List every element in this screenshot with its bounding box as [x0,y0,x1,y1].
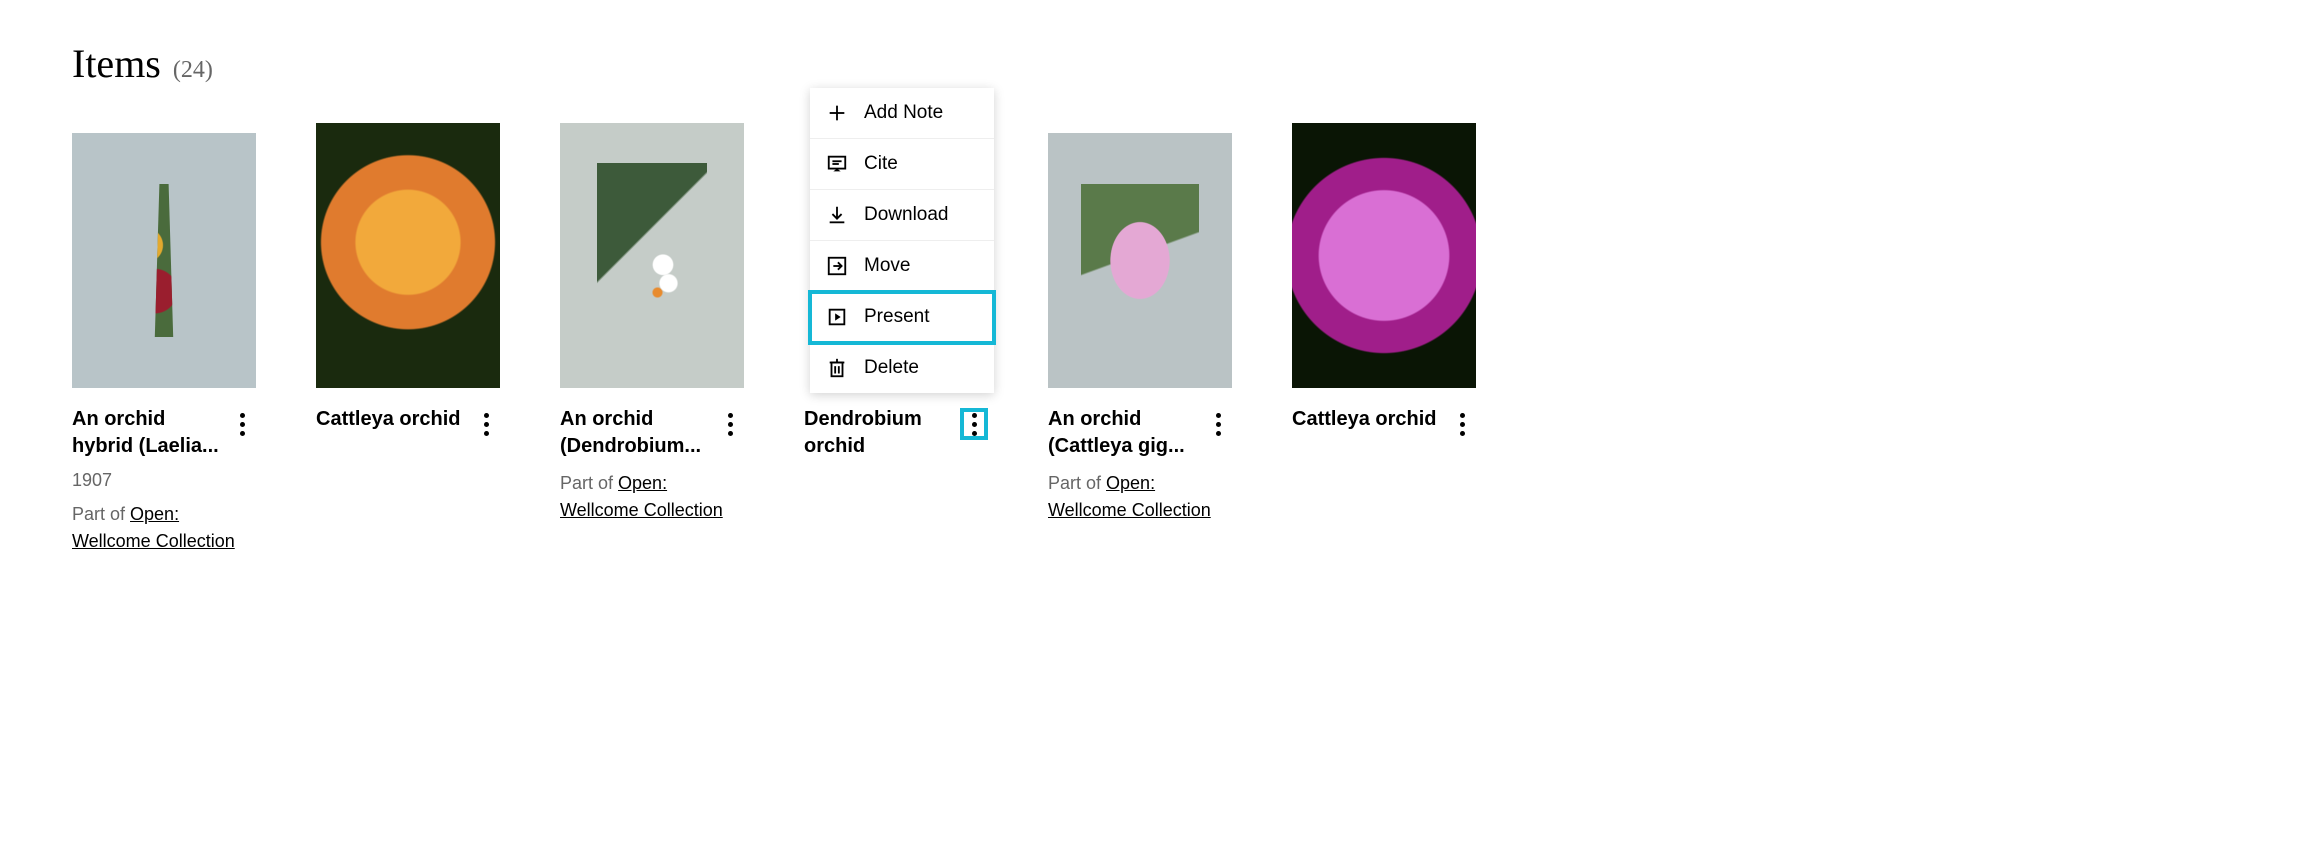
item-title: An orchid (Cattleya gig... [1048,406,1196,460]
item-card: An orchid (Cattleya gig... Part of Open:… [1048,123,1232,555]
menu-item-label: Present [864,306,929,328]
item-title: Cattleya orchid [1292,406,1436,433]
plus-icon [826,102,848,124]
present-icon [826,306,848,328]
section-title: Items [72,40,161,87]
item-title: Cattleya orchid [316,406,460,433]
item-partof: Part of Open: Wellcome Collection [1048,470,1232,524]
context-menu: Add Note Cite Download Move Present [810,88,994,393]
menu-item-present[interactable]: Present [810,292,994,343]
menu-item-label: Move [864,255,910,277]
delete-icon [826,357,848,379]
menu-item-label: Add Note [864,102,943,124]
menu-item-move[interactable]: Move [810,241,994,292]
more-vertical-icon [728,413,733,436]
move-icon [826,255,848,277]
menu-item-delete[interactable]: Delete [810,343,994,393]
item-thumbnail[interactable] [72,123,256,388]
item-date: 1907 [72,470,256,491]
item-card: Cattleya orchid [1292,123,1476,555]
menu-item-label: Download [864,204,949,226]
menu-item-cite[interactable]: Cite [810,139,994,190]
menu-item-label: Cite [864,153,898,175]
item-title: An orchid hybrid (Laelia... [72,406,220,460]
item-partof: Part of Open: Wellcome Collection [72,501,256,555]
more-actions-button[interactable] [1448,408,1476,440]
item-title: Dendrobium orchid [804,406,952,460]
more-actions-button[interactable] [716,408,744,440]
item-card: An orchid hybrid (Laelia... 1907 Part of… [72,123,256,555]
more-vertical-icon [972,413,977,436]
more-actions-button[interactable] [1204,408,1232,440]
item-thumbnail[interactable] [316,123,500,388]
more-vertical-icon [484,413,489,436]
item-thumbnail[interactable] [1048,123,1232,388]
section-count: (24) [173,57,213,84]
more-actions-button[interactable] [472,408,500,440]
more-vertical-icon [240,413,245,436]
more-actions-button[interactable] [960,408,988,440]
item-card: An orchid (Dendrobium... Part of Open: W… [560,123,744,555]
cite-icon [826,153,848,175]
menu-item-add-note[interactable]: Add Note [810,88,994,139]
item-thumbnail[interactable] [1292,123,1476,388]
section-header: Items (24) [72,40,2234,87]
more-actions-button[interactable] [228,408,256,440]
more-vertical-icon [1216,413,1221,436]
item-partof: Part of Open: Wellcome Collection [560,470,744,524]
item-card: Cattleya orchid [316,123,500,555]
item-title: An orchid (Dendrobium... [560,406,708,460]
items-grid: An orchid hybrid (Laelia... 1907 Part of… [72,123,2234,555]
more-vertical-icon [1460,413,1465,436]
menu-item-download[interactable]: Download [810,190,994,241]
menu-item-label: Delete [864,357,919,379]
download-icon [826,204,848,226]
item-thumbnail[interactable] [560,123,744,388]
